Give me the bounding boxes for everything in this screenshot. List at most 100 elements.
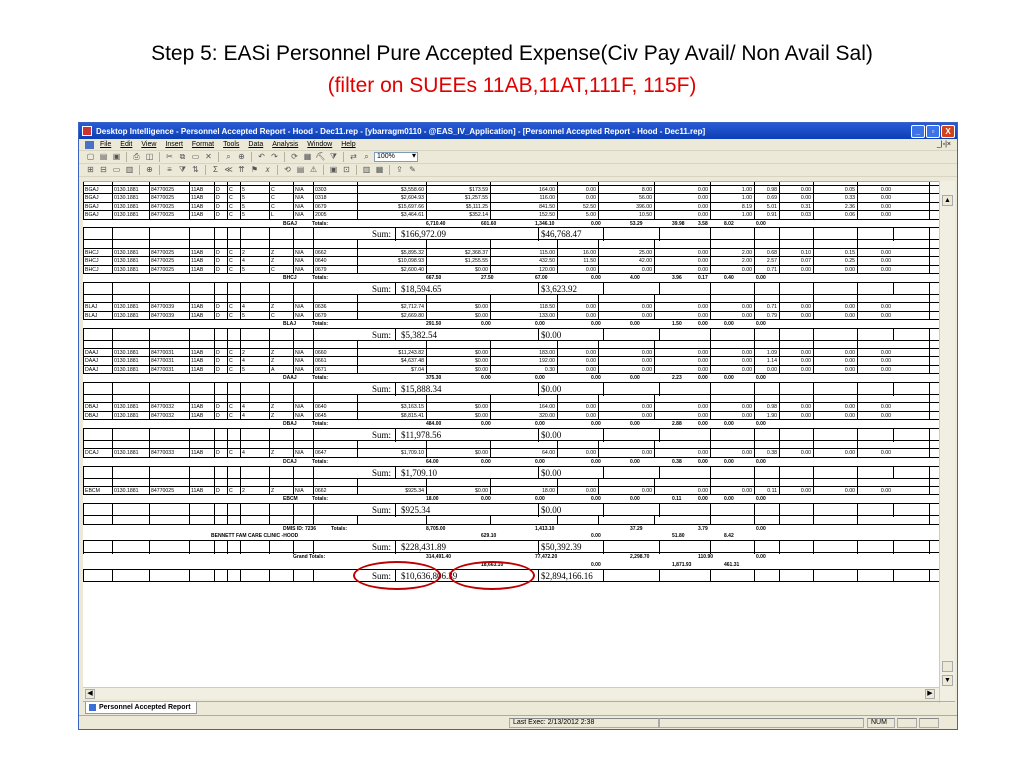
structure-icon[interactable]: ⊡ — [341, 165, 352, 175]
table-cell — [149, 240, 189, 249]
redo-icon[interactable]: ↷ — [269, 152, 280, 162]
variable-icon[interactable]: 𝑥 — [262, 165, 273, 175]
scroll-left-button[interactable]: ◀ — [85, 689, 95, 699]
outline-icon[interactable]: ▤ — [295, 165, 306, 175]
menu-format[interactable]: Format — [192, 141, 214, 148]
print-preview-icon[interactable]: ◫ — [144, 152, 155, 162]
menu-file[interactable]: File — [100, 141, 111, 148]
table-cell: 0.00 — [598, 365, 654, 375]
table-cell: 2 — [240, 248, 269, 258]
table-cell: 2.57 — [754, 257, 779, 266]
table-cell — [395, 541, 396, 554]
warning-icon[interactable]: ⚠ — [308, 165, 319, 175]
scroll-page-button[interactable] — [942, 661, 953, 672]
table-cell — [710, 340, 754, 350]
table-cell: 396.00 — [598, 202, 654, 212]
edit-query-icon[interactable]: ✎ — [407, 165, 418, 175]
filter-icon-2[interactable]: ⧩ — [177, 165, 188, 175]
table-cell: DAAJ — [83, 349, 112, 358]
chart-type-icon[interactable]: ▥ — [361, 165, 372, 175]
alerter-icon[interactable]: ⚑ — [249, 165, 260, 175]
table-cell — [227, 228, 228, 241]
dmis-totals-row: DMIS ID: 7236 Totals: 8,705.00 1,413.10 37.2… — [83, 525, 939, 533]
vertical-scrollbar[interactable]: ▲ ▼ — [939, 181, 955, 703]
table-cell: 64.00 — [490, 449, 557, 458]
table-cell — [659, 541, 660, 554]
ranking-icon[interactable]: ≪ — [223, 165, 234, 175]
table-cell — [269, 504, 270, 517]
table-cell: D — [214, 194, 227, 203]
sort-icon[interactable]: ⇅ — [190, 165, 201, 175]
menu-insert[interactable]: Insert — [165, 141, 183, 148]
break-icon[interactable]: ⇈ — [236, 165, 247, 175]
table-cell — [754, 441, 779, 450]
paste-icon[interactable]: ▭ — [190, 152, 201, 162]
undo-icon[interactable]: ↶ — [256, 152, 267, 162]
table-cell: 164.00 — [490, 403, 557, 412]
find-icon[interactable]: ⌕ — [223, 152, 234, 162]
table-cell: 0130.1881 — [112, 265, 149, 274]
table-cell: 2 — [240, 486, 269, 496]
new-icon[interactable]: ▢ — [85, 152, 96, 162]
open-icon[interactable]: ▤ — [98, 152, 109, 162]
copy-icon[interactable]: ⧉ — [177, 152, 188, 162]
restore-button[interactable]: ▫ — [926, 124, 940, 138]
table-cell: A — [269, 365, 293, 375]
chart-icon[interactable]: ▥ — [124, 165, 135, 175]
zoom-icon[interactable]: ⊕ — [236, 152, 247, 162]
cell-icon[interactable]: ▭ — [111, 165, 122, 175]
table-cell — [857, 478, 893, 487]
filter-icon[interactable]: ⧩ — [328, 152, 339, 162]
title-bar[interactable]: Desktop Intelligence - Personnel Accepte… — [79, 123, 957, 139]
drill-icon[interactable]: ⛏ — [315, 152, 326, 162]
table-icon[interactable]: ⊞ — [85, 165, 96, 175]
table-cell: C — [227, 186, 240, 195]
menu-analysis[interactable]: Analysis — [272, 141, 298, 148]
table-cell — [357, 340, 426, 350]
table-cell: 183.00 — [490, 349, 557, 358]
close-button[interactable]: X — [941, 124, 955, 138]
table-cell: 0.00 — [598, 265, 654, 274]
menu-edit[interactable]: Edit — [120, 141, 132, 148]
scroll-up-button[interactable]: ▲ — [942, 195, 953, 206]
print-icon[interactable]: ⎙ — [131, 152, 142, 162]
cut-icon[interactable]: ✂ — [164, 152, 175, 162]
table-cell — [893, 569, 894, 583]
menu-help[interactable]: Help — [341, 141, 355, 148]
scroll-right-button[interactable]: ▶ — [925, 689, 935, 699]
align-icon[interactable]: ≡ — [164, 165, 175, 175]
menu-data[interactable]: Data — [248, 141, 263, 148]
crosstab-icon[interactable]: ⊟ — [98, 165, 109, 175]
mdi-window-buttons[interactable]: _|▫|× — [937, 141, 951, 148]
search-icon[interactable]: ⌕ — [361, 152, 372, 162]
save-icon[interactable]: ▣ — [111, 152, 122, 162]
table-cell: 2005 — [313, 211, 357, 220]
report-manager-icon[interactable]: ▣ — [328, 165, 339, 175]
tab-personnel-accepted-report[interactable]: Personnel Accepted Report — [85, 702, 197, 714]
totals-value: 0.00 — [698, 458, 708, 465]
document-icon[interactable] — [85, 140, 94, 149]
slice-icon[interactable]: ⇄ — [348, 152, 359, 162]
delete-icon[interactable]: ✕ — [203, 152, 214, 162]
menu-tools[interactable]: Tools — [223, 141, 239, 148]
insert-row-icon[interactable]: ⊕ — [144, 165, 155, 175]
table-cell: 0.00 — [779, 303, 813, 312]
table-cell — [603, 282, 604, 296]
sum-icon[interactable]: Σ — [210, 165, 221, 175]
minimize-button[interactable]: _ — [911, 124, 925, 138]
refresh-icon[interactable]: ⟳ — [289, 152, 300, 162]
export-icon[interactable]: ⇪ — [394, 165, 405, 175]
totals-value: 0.00 — [724, 421, 734, 428]
scroll-down-button[interactable]: ▼ — [942, 675, 953, 686]
horizontal-scrollbar[interactable]: ◀ ▶ — [83, 687, 939, 699]
menu-window[interactable]: Window — [307, 141, 332, 148]
pivot-icon[interactable]: ⟲ — [282, 165, 293, 175]
table-cell — [149, 340, 189, 350]
menu-view[interactable]: View — [141, 141, 156, 148]
table-cell — [779, 294, 813, 304]
grid-icon[interactable]: ▦ — [302, 152, 313, 162]
table-cell: 11AB — [189, 311, 214, 320]
zoom-select[interactable]: 100% — [374, 152, 418, 162]
layout-icon[interactable]: ▦ — [374, 165, 385, 175]
table-cell — [112, 441, 149, 450]
